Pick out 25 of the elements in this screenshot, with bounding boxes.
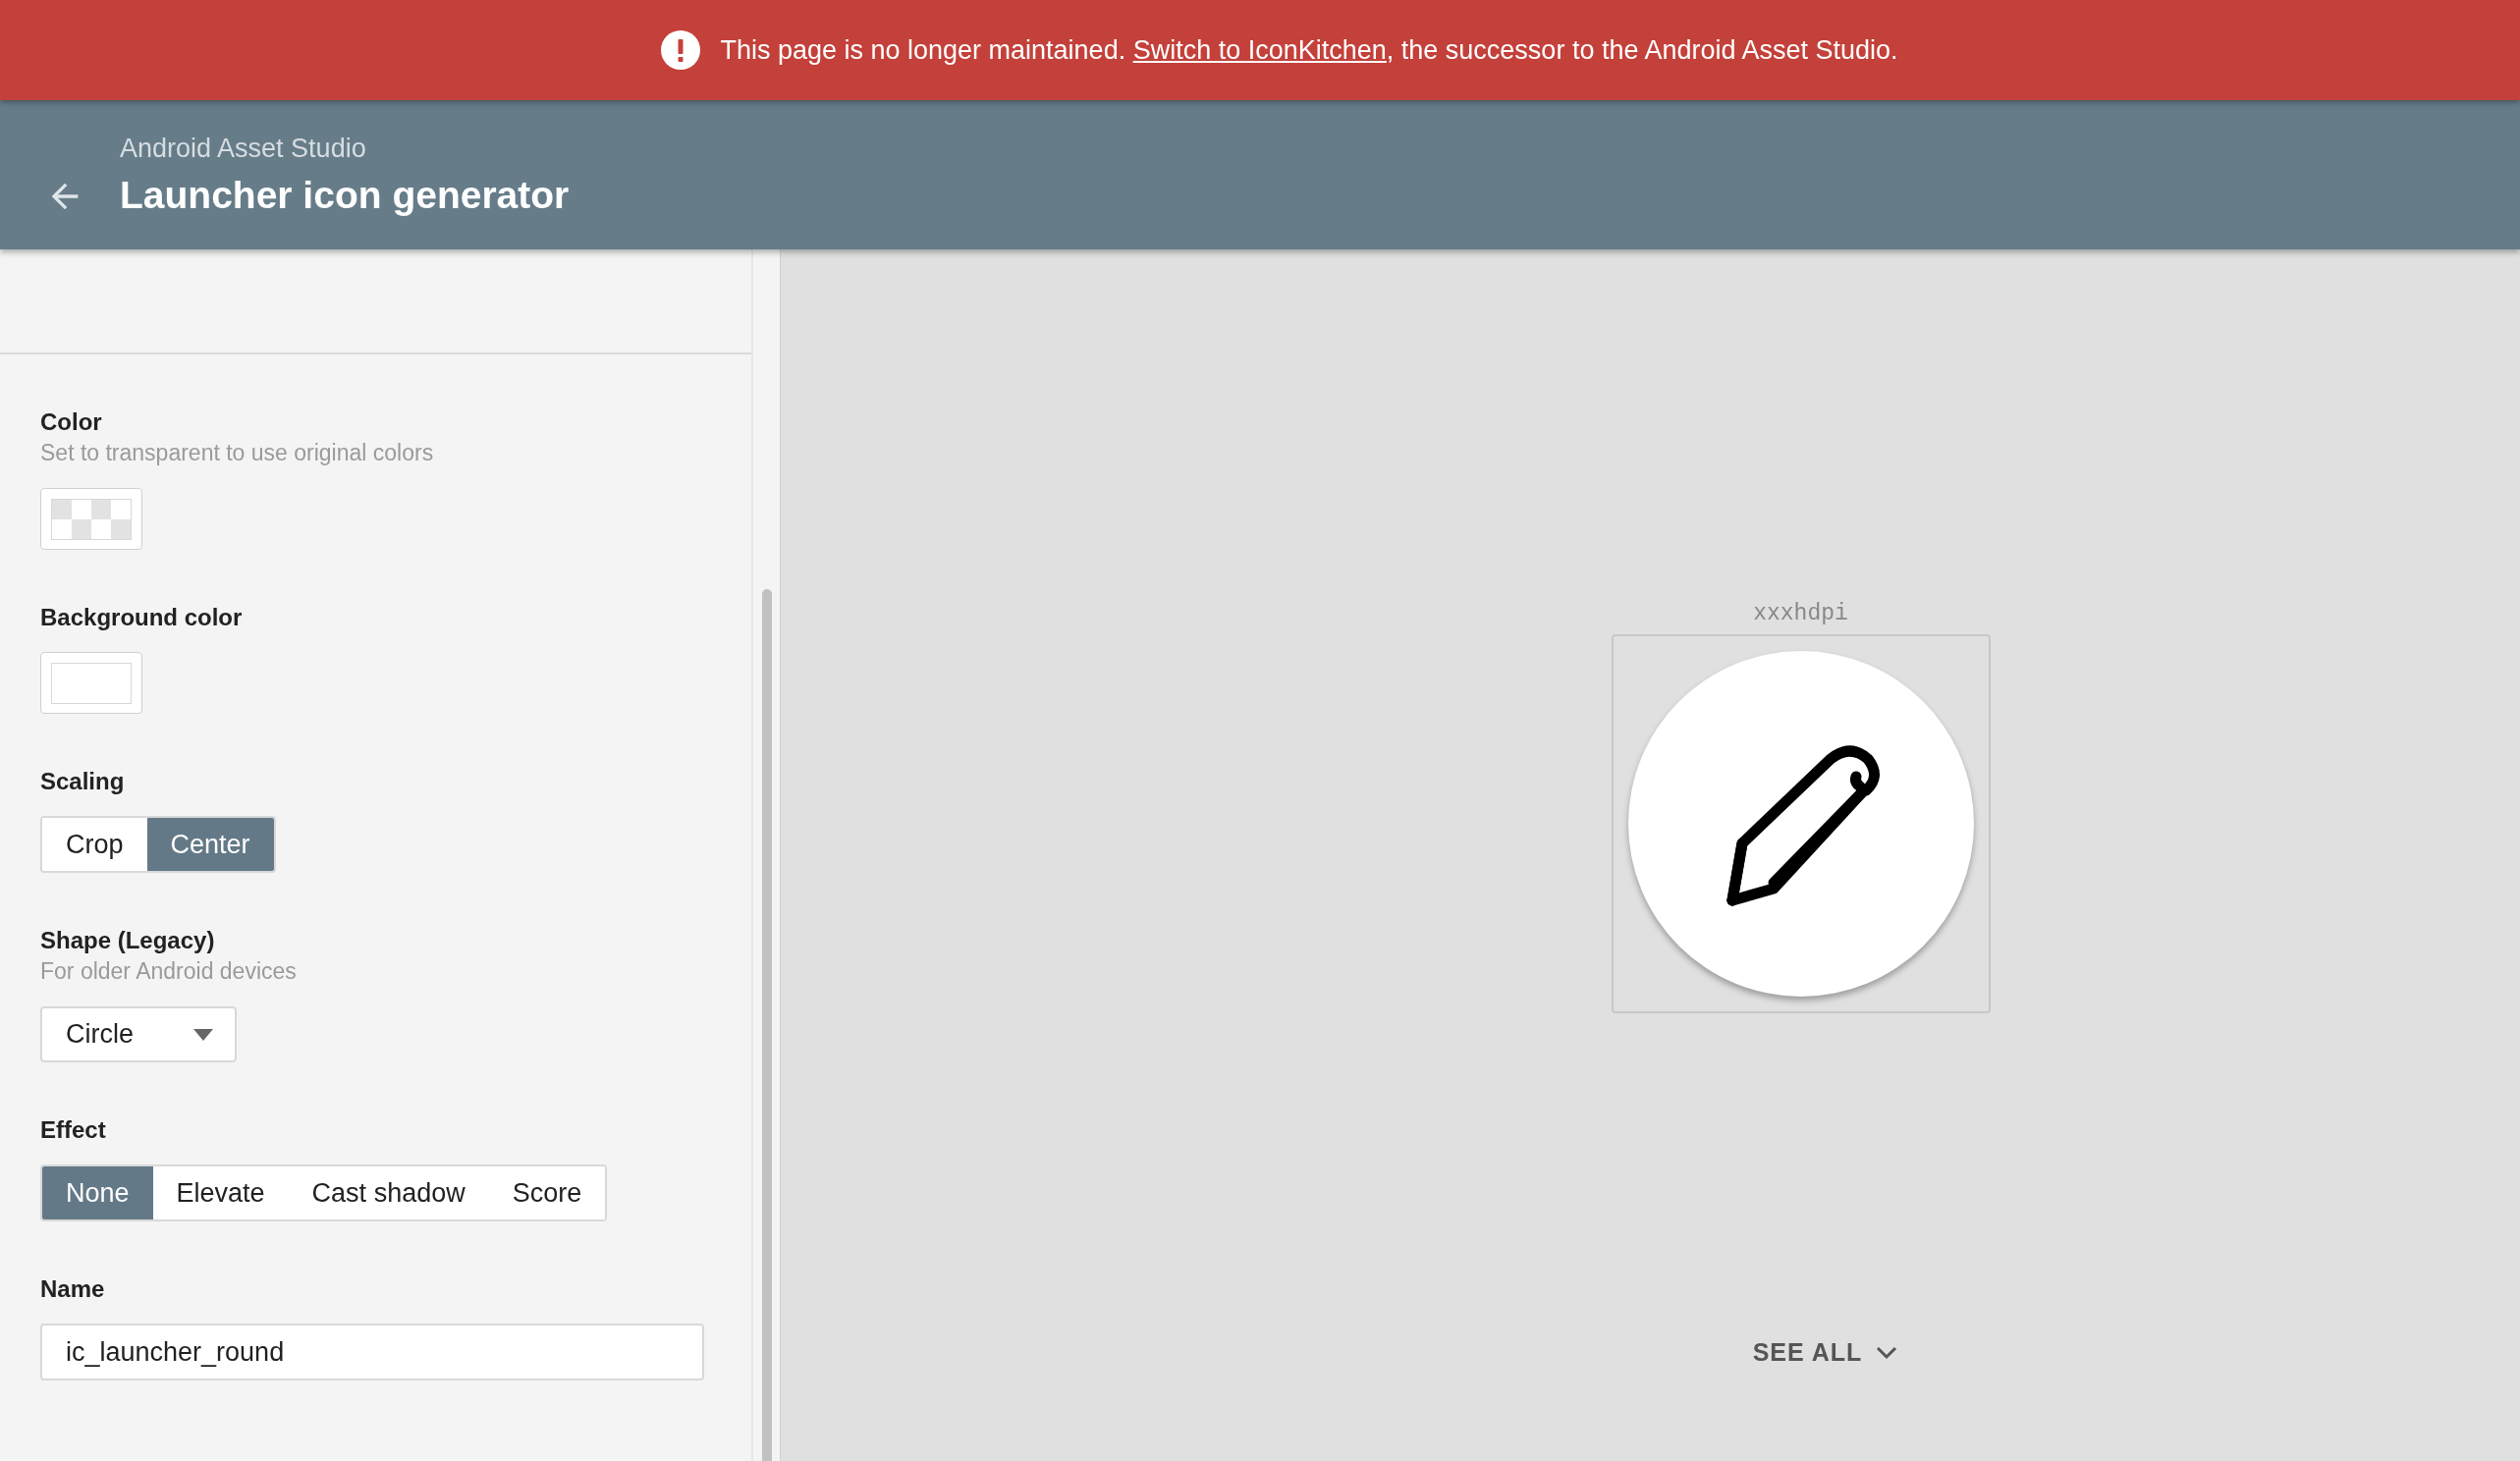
app-subtitle: Android Asset Studio	[120, 133, 367, 164]
shape-dropdown[interactable]: Circle	[40, 1006, 237, 1062]
field-label: Color	[40, 407, 103, 437]
warning-icon	[661, 30, 701, 70]
color-swatch[interactable]	[40, 488, 142, 550]
field-label: Background color	[40, 603, 244, 632]
field-hint: Set to transparent to use original colors	[40, 439, 435, 467]
input-field[interactable]: ic_launcher_round	[40, 1324, 704, 1380]
page-title: Launcher icon generator	[120, 173, 570, 217]
field-label: Shape (Legacy)	[40, 926, 216, 955]
density-label: xxxhdpi	[1753, 601, 1848, 626]
banner-message: This page is no longer maintained. Switch to IconKitchen, the successor to the Android Asset Studio.	[720, 34, 1898, 66]
segment-option[interactable]: None	[42, 1166, 153, 1219]
see-all-button[interactable]: SEE ALL	[1746, 1337, 1904, 1368]
chevron-down-icon	[1876, 1345, 1898, 1360]
field-hint: For older Android devices	[40, 957, 298, 986]
iconkitchen-link[interactable]: Switch to IconKitchen	[1132, 34, 1387, 65]
field-label: Effect	[40, 1115, 107, 1145]
color-swatch[interactable]	[40, 652, 142, 714]
checkerboard-icon	[51, 498, 132, 540]
field-label: Scaling	[40, 767, 126, 796]
segment-option[interactable]: Center	[146, 818, 274, 871]
scrollbar[interactable]	[751, 249, 781, 1461]
caret-icon	[193, 1028, 213, 1041]
field-label: Name	[40, 1274, 106, 1304]
